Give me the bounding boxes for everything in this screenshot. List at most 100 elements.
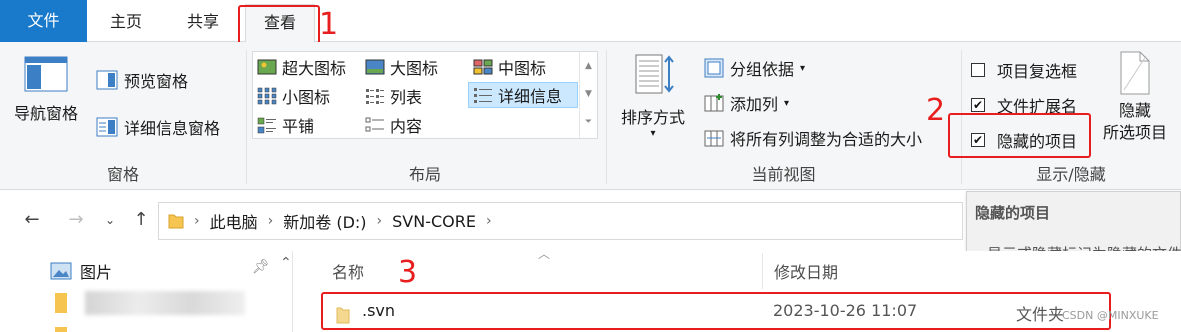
group-by-icon <box>704 58 724 78</box>
forward-arrow-icon[interactable]: → <box>62 207 90 233</box>
details-pane-button[interactable]: 详细信息窗格 <box>96 115 220 139</box>
up-arrow-icon[interactable]: ↑ <box>128 207 154 233</box>
preview-pane-icon <box>96 70 118 90</box>
hide-selected-button[interactable]: 隐藏 所选项目 <box>1097 50 1173 144</box>
layout-list-label: 列表 <box>390 88 423 107</box>
watermark: CSDN @MINXUKE <box>1062 309 1159 322</box>
details-pane-icon <box>96 117 118 137</box>
layout-content[interactable]: 内容 <box>365 112 422 138</box>
layout-details[interactable]: 详细信息 <box>468 82 578 108</box>
address-bar[interactable]: › 此电脑 › 新加卷 (D:) › SVN-CORE › <box>158 202 963 240</box>
item-checkboxes-toggle[interactable]: 项目复选框 <box>971 58 1077 82</box>
details-pane-label: 详细信息窗格 <box>124 119 221 138</box>
layout-content-label: 内容 <box>390 117 423 136</box>
layout-large-icons-label: 大图标 <box>390 59 439 78</box>
group-by-button[interactable]: 分组依据 ▾ <box>704 56 805 80</box>
breadcrumb-chevron-icon[interactable]: › <box>268 213 274 229</box>
gallery-scroll-down-icon[interactable]: ▼ <box>580 80 597 108</box>
layout-extra-large-icons-label: 超大图标 <box>282 59 347 78</box>
annotation-number-2: 2 <box>926 93 946 128</box>
size-all-columns-button[interactable]: 将所有列调整为合适的大小 <box>704 126 922 150</box>
gallery-scroll-up-icon[interactable]: ▲ <box>580 52 597 80</box>
layout-large-icons[interactable]: 大图标 <box>365 54 438 80</box>
annotation-number-3: 3 <box>398 255 418 290</box>
item-checkboxes-label: 项目复选框 <box>997 62 1078 81</box>
small-icons-icon <box>257 87 277 105</box>
tab-file[interactable]: 文件 <box>0 0 87 42</box>
ribbon-tab-strip: 文件 主页 共享 查看 <box>0 0 1181 43</box>
layout-gallery: 超大图标 大图标 中图标 小图标 列表 详细信息 平铺 内容 ▲ ▼ ⏷ <box>252 51 598 139</box>
annotation-box-3 <box>321 292 1111 330</box>
tab-share[interactable]: 共享 <box>174 4 232 42</box>
breadcrumb-drive-d[interactable]: 新加卷 (D:) <box>283 209 366 233</box>
layout-details-label: 详细信息 <box>498 87 563 106</box>
group-label-layout: 布局 <box>408 165 441 184</box>
breadcrumb-chevron-icon[interactable]: › <box>486 213 492 229</box>
layout-tiles[interactable]: 平铺 <box>257 112 314 138</box>
details-view-icon <box>474 88 492 103</box>
hide-selected-items-icon <box>1120 51 1150 95</box>
tab-home[interactable]: 主页 <box>97 4 155 42</box>
sort-by-label: 排序方式 <box>621 108 686 127</box>
preview-pane-label: 预览窗格 <box>124 72 189 91</box>
group-label-panes: 窗格 <box>106 165 139 184</box>
column-header-name[interactable]: 名称 <box>332 259 364 283</box>
scroll-up-icon[interactable]: ⌃ <box>280 255 292 271</box>
hide-selected-label: 隐藏 所选项目 <box>1102 101 1167 142</box>
layout-medium-icons[interactable]: 中图标 <box>473 54 546 80</box>
folder-icon <box>55 327 67 332</box>
list-view-icon <box>366 89 384 104</box>
add-columns-label: 添加列 <box>730 95 779 114</box>
layout-extra-large-icons[interactable]: 超大图标 <box>257 54 346 80</box>
pin-icon[interactable]: 📌︎ <box>252 259 270 275</box>
item-checkboxes-checkbox[interactable] <box>971 63 985 77</box>
content-view-icon <box>365 117 384 132</box>
file-extensions-checkbox[interactable]: ✔ <box>971 98 985 112</box>
breadcrumb-svn-core[interactable]: SVN-CORE <box>392 212 476 231</box>
layout-small-icons[interactable]: 小图标 <box>257 83 330 109</box>
extra-large-icons-icon <box>257 59 277 75</box>
column-header-date[interactable]: 修改日期 <box>774 259 838 283</box>
sort-by-dropdown-icon: ▾ <box>650 128 656 139</box>
sort-by-icon <box>635 54 674 94</box>
gallery-scrollbar[interactable]: ▲ ▼ ⏷ <box>579 52 597 138</box>
annotation-box-1 <box>238 5 320 46</box>
large-icons-icon <box>365 59 385 75</box>
blurred-folder-name <box>85 291 245 315</box>
size-all-columns-label: 将所有列调整为合适的大小 <box>730 130 923 149</box>
breadcrumb-chevron-icon[interactable]: › <box>377 213 383 229</box>
group-by-label: 分组依据 <box>730 60 795 79</box>
tiles-icon <box>257 117 276 134</box>
folder-icon <box>168 214 184 229</box>
annotation-number-1: 1 <box>319 7 339 42</box>
group-label-current-view: 当前视图 <box>751 165 816 184</box>
add-columns-button[interactable]: 添加列 ▾ <box>704 91 789 115</box>
annotation-box-2 <box>948 113 1091 158</box>
preview-pane-button[interactable]: 预览窗格 <box>96 68 188 92</box>
column-divider[interactable] <box>762 253 763 289</box>
navigation-pane: 图片 📌︎ ⌃ <box>0 251 300 332</box>
breadcrumb-chevron-icon[interactable]: › <box>194 213 200 229</box>
layout-tiles-label: 平铺 <box>282 117 315 136</box>
nav-pane-label: 导航窗格 <box>14 104 79 123</box>
navpane-item-pictures[interactable]: 图片 <box>50 259 112 283</box>
navigation-pane-icon <box>24 56 68 92</box>
nav-pane-button[interactable]: 导航窗格 <box>14 56 78 124</box>
layout-medium-icons-label: 中图标 <box>498 59 547 78</box>
breadcrumb-this-pc[interactable]: 此电脑 <box>210 209 258 233</box>
back-arrow-icon[interactable]: ← <box>18 207 46 233</box>
tooltip-title: 隐藏的项目 <box>975 204 1051 222</box>
size-columns-icon <box>704 130 724 147</box>
sort-by-button[interactable]: 排序方式 ▾ <box>621 52 685 139</box>
add-columns-icon <box>704 94 724 112</box>
gallery-expand-icon[interactable]: ⏷ <box>580 108 597 136</box>
pane-divider <box>292 251 293 332</box>
layout-small-icons-label: 小图标 <box>282 88 331 107</box>
recent-locations-chevron-icon[interactable]: ⌄ <box>100 207 120 233</box>
medium-icons-icon <box>473 59 493 75</box>
navpane-pictures-label: 图片 <box>80 263 113 282</box>
group-label-show-hide: 显示/隐藏 <box>1036 165 1106 184</box>
layout-list[interactable]: 列表 <box>365 83 422 109</box>
add-columns-dropdown-icon: ▾ <box>784 97 790 109</box>
group-by-dropdown-icon: ▾ <box>800 62 806 74</box>
